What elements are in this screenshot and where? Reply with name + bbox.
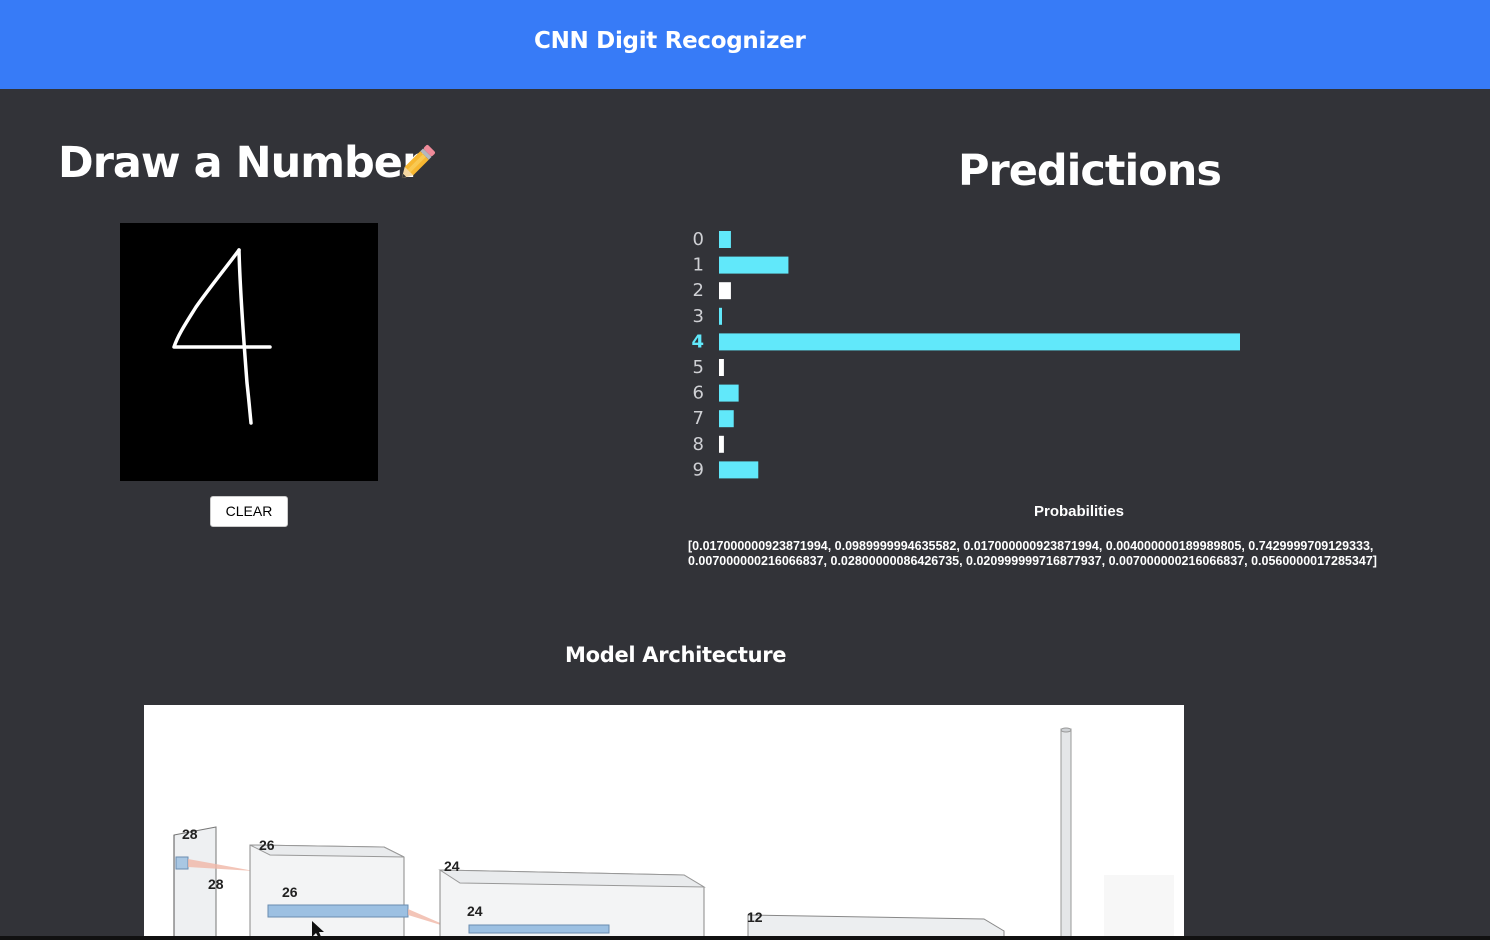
probability-bar	[719, 461, 759, 479]
app-title: CNN Digit Recognizer	[534, 28, 806, 54]
probability-bar	[719, 410, 734, 428]
digit-label: 2	[693, 280, 704, 301]
digit-label: 1	[693, 255, 704, 276]
predictions-title: Predictions	[958, 146, 1222, 196]
digit-label: 3	[693, 306, 704, 327]
probability-bar	[719, 333, 1240, 351]
drawn-digit-stroke	[172, 248, 272, 425]
probabilities-array-text: [0.017000000923871994, 0.098999999463558…	[688, 539, 1377, 568]
probabilities-heading: Probabilities	[1033, 503, 1125, 520]
arch-label: 26	[259, 837, 275, 853]
draw-panel-title: Draw a Number	[58, 138, 423, 188]
model-architecture-image: 28 28 26 26 24 24 12	[144, 705, 1184, 940]
digit-label: 4	[691, 331, 704, 352]
arch-label: 26	[282, 884, 298, 900]
probability-bar	[719, 307, 722, 325]
probability-bar	[719, 282, 731, 300]
arch-label: 28	[182, 826, 198, 842]
probability-bar	[719, 435, 724, 453]
arch-label: 24	[467, 903, 483, 919]
probability-bar	[719, 359, 724, 376]
digit-label: 5	[693, 357, 704, 378]
probability-bar	[719, 384, 739, 402]
app-header: CNN Digit Recognizer	[0, 0, 1490, 89]
drawing-canvas[interactable]	[120, 223, 378, 481]
digit-label: 9	[693, 459, 704, 480]
digit-label: 0	[693, 229, 704, 250]
probability-bar	[719, 231, 731, 248]
arch-label: 12	[747, 909, 763, 925]
model-architecture-title: Model Architecture	[565, 643, 787, 667]
pencil-icon	[392, 140, 440, 192]
digit-label: 6	[693, 383, 704, 404]
digit-label: 7	[693, 408, 704, 429]
window-bottom-edge	[0, 936, 1490, 940]
arch-label: 28	[208, 876, 224, 892]
probability-bar	[719, 256, 789, 274]
predictions-bar-chart: 0 1 2 3 4 5 6 7 8 9	[691, 229, 1240, 480]
digit-label: 8	[693, 434, 704, 455]
arch-label: 24	[444, 858, 460, 874]
